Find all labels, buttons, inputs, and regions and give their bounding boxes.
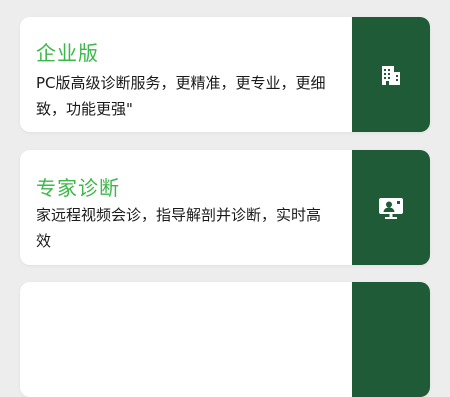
card-description: PC版高级诊断服务，更精准，更专业，更细致，功能更强" xyxy=(36,74,326,118)
card-side-panel[interactable] xyxy=(352,150,430,265)
card-title: 企业版 xyxy=(36,41,99,65)
card-side-panel[interactable] xyxy=(352,282,430,397)
third-card[interactable] xyxy=(20,282,430,397)
card-side-panel[interactable] xyxy=(352,17,430,132)
building-icon xyxy=(379,63,403,87)
video-consult-icon xyxy=(378,196,404,220)
expert-diagnosis-card[interactable]: 专家诊断 家远程视频会诊，指导解剖并诊断，实时高效 xyxy=(20,150,430,265)
enterprise-card[interactable]: 企业版 PC版高级诊断服务，更精准，更专业，更细致，功能更强" xyxy=(20,17,430,132)
card-description: 家远程视频会诊，指导解剖并诊断，实时高效 xyxy=(36,206,322,250)
card-title: 专家诊断 xyxy=(36,176,120,200)
